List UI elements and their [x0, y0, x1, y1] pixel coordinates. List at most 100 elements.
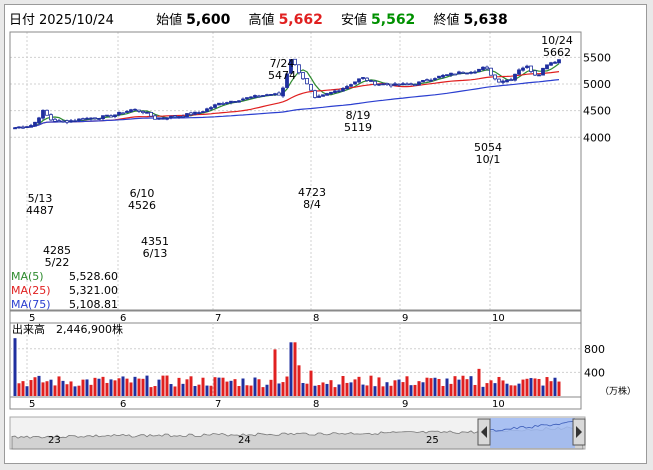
volume-bar — [101, 376, 105, 396]
candle-body — [165, 117, 169, 120]
volume-bar — [349, 382, 353, 396]
annotation-date: 8/4 — [303, 198, 321, 211]
candle-body — [245, 97, 249, 100]
navigator-year-label: 25 — [426, 435, 439, 446]
volume-bar — [17, 383, 21, 396]
candle-body — [157, 117, 161, 120]
candle-body — [73, 120, 77, 123]
ma5-legend-value: 5,528.60 — [69, 270, 118, 283]
candle-body — [429, 79, 433, 82]
candle-body — [121, 112, 125, 115]
volume-bar — [417, 381, 421, 396]
volume-bar — [369, 375, 373, 396]
navigator-right-handle[interactable] — [572, 418, 586, 446]
annotation-5-13: 5/134487 — [26, 192, 54, 217]
candle-body — [221, 103, 225, 105]
candle-body — [297, 64, 301, 74]
volume-bar — [217, 377, 221, 396]
volume-bar — [65, 384, 69, 396]
volume-bar — [237, 386, 241, 396]
volume-bar — [253, 377, 257, 396]
volume-bar — [469, 376, 473, 396]
candle-body — [349, 84, 353, 87]
volume-bar — [365, 385, 369, 396]
volume-bar — [25, 386, 29, 396]
candle-body — [129, 109, 133, 113]
volume-bar — [153, 386, 157, 396]
volume-bar — [69, 381, 73, 396]
candle-body — [497, 78, 501, 83]
candle-body — [101, 115, 105, 120]
candle-body — [545, 64, 549, 70]
candle-body — [269, 93, 273, 96]
volume-bar — [85, 379, 89, 396]
candle-body — [241, 98, 245, 101]
candle-body — [117, 111, 121, 116]
candle-body — [233, 101, 237, 103]
candle-body — [261, 95, 265, 97]
candle-body — [373, 80, 377, 86]
volume-bar — [61, 380, 65, 396]
volume-bar — [133, 376, 137, 396]
volume-bar — [513, 385, 517, 396]
volume-bars — [13, 338, 561, 396]
candle-body — [217, 102, 221, 106]
candle-body — [449, 72, 453, 76]
candle-body — [437, 75, 441, 79]
candle-body — [397, 83, 401, 86]
ma25-legend-value: 5,321.00 — [69, 284, 118, 297]
navigator-left-handle[interactable] — [477, 418, 491, 446]
candle-body — [97, 118, 101, 120]
price-axis: 5500 5000 4500 4000 — [583, 51, 611, 144]
candle-body — [369, 80, 373, 82]
annotation-price: 5662 — [543, 46, 571, 59]
volume-bar — [549, 381, 553, 396]
volume-bar — [465, 379, 469, 396]
candle-body — [201, 111, 205, 113]
volume-bar — [497, 376, 501, 396]
candle-body — [229, 100, 233, 104]
volume-bar — [261, 387, 265, 396]
candle-body — [493, 74, 497, 80]
volume-bar — [397, 379, 401, 396]
volume-bar — [169, 384, 173, 396]
month-label: 9 — [402, 313, 408, 324]
volume-bar — [201, 377, 205, 396]
volume-bar — [149, 387, 153, 396]
volume-bar — [233, 379, 237, 396]
candle-body — [317, 95, 321, 98]
month-label: 10 — [492, 399, 505, 410]
annotation-5-22: 42855/22 — [43, 244, 71, 269]
volume-bar — [553, 377, 557, 396]
volume-value: 2,446,900株 — [56, 322, 123, 336]
candle-body — [137, 109, 141, 112]
annotation-price: 4526 — [128, 199, 156, 212]
volume-tick-label: 800 — [584, 343, 605, 356]
range-navigator[interactable]: 23 24 25 — [9, 416, 586, 450]
volume-bar — [165, 375, 169, 396]
price-tick-label: 5500 — [583, 51, 611, 64]
candle-body — [153, 115, 157, 120]
annotation-10-24: 10/245662 — [541, 34, 573, 59]
volume-bar — [273, 349, 277, 396]
volume-bar — [301, 383, 305, 396]
volume-bar — [509, 385, 513, 396]
volume-bar — [245, 385, 249, 396]
volume-bar — [477, 368, 481, 396]
volume-bar — [257, 379, 261, 396]
volume-bar — [353, 379, 357, 396]
candle-body — [177, 116, 181, 118]
candle-body — [469, 71, 473, 74]
candle-body — [433, 78, 437, 81]
candle-body — [381, 83, 385, 86]
price-tick-label: 4500 — [583, 105, 611, 118]
volume-bar — [341, 376, 345, 396]
candle-body — [133, 108, 137, 111]
candle-body — [181, 115, 185, 118]
candle-body — [57, 120, 61, 123]
volume-bar — [81, 379, 85, 396]
candle-body — [421, 79, 425, 83]
navigator-selected-range[interactable] — [490, 418, 575, 448]
candle-body — [61, 120, 65, 123]
candle-body — [321, 94, 325, 97]
